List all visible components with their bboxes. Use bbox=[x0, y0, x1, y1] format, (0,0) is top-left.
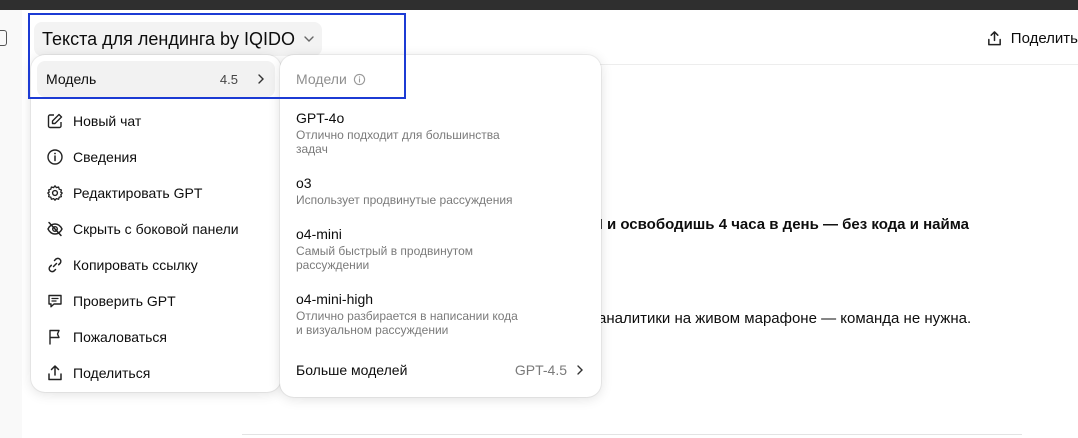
chat-check-icon bbox=[48, 294, 62, 308]
chevron-down-icon bbox=[304, 36, 314, 42]
info-icon[interactable] bbox=[353, 73, 366, 86]
gpt-options-menu: Модель 4.5 Новый чат Сведения Редактиров… bbox=[31, 55, 281, 392]
menu-item-label: Скрыть с боковой панели bbox=[73, 221, 239, 237]
link-icon bbox=[48, 257, 62, 273]
share-icon bbox=[48, 365, 62, 381]
model-desc: Использует продвинутые рассуждения bbox=[296, 193, 513, 207]
more-models-value: GPT-4.5 bbox=[514, 362, 567, 378]
menu-item-label: Пожаловаться bbox=[73, 329, 168, 345]
model-submenu: Модели GPT-4o Отлично подходит для больш… bbox=[280, 55, 601, 397]
menu-item-label: Модель bbox=[46, 71, 97, 87]
menu-item-label: Сведения bbox=[73, 149, 137, 165]
model-option-o3[interactable]: o3 Использует продвинутые рассуждения bbox=[280, 168, 601, 213]
model-name: o4-mini-high bbox=[296, 291, 374, 307]
model-name: o4-mini bbox=[296, 226, 342, 242]
more-models-item[interactable]: Больше моделей GPT-4.5 bbox=[280, 353, 601, 387]
content-divider bbox=[242, 434, 1022, 435]
model-desc: Отлично подходит для большинства задач bbox=[296, 128, 500, 156]
menu-item-copy-link[interactable]: Копировать ссылку bbox=[37, 247, 275, 283]
gpt-title-dropdown[interactable]: Текста для лендинга by IQIDO bbox=[34, 22, 322, 56]
menu-item-info[interactable]: Сведения bbox=[37, 139, 275, 175]
submenu-title: Модели bbox=[296, 71, 347, 87]
model-option-o4-mini[interactable]: o4-mini Самый быстрый в продвинутом расс… bbox=[280, 219, 601, 278]
menu-item-share[interactable]: Поделиться bbox=[37, 355, 275, 391]
model-desc: Самый быстрый в продвинутом рассуждении bbox=[296, 244, 473, 272]
menu-item-edit-gpt[interactable]: Редактировать GPT bbox=[37, 175, 275, 211]
sidebar-edge bbox=[0, 10, 22, 438]
chevron-right-icon bbox=[258, 74, 264, 84]
chevron-right-icon bbox=[577, 365, 583, 375]
share-button[interactable]: Поделить bbox=[986, 26, 1078, 50]
menu-item-hide-sidebar[interactable]: Скрыть с боковой панели bbox=[37, 211, 275, 247]
submenu-header: Модели bbox=[280, 63, 601, 95]
model-desc: Отлично разбирается в написании кода и в… bbox=[296, 309, 518, 337]
menu-item-report[interactable]: Пожаловаться bbox=[37, 319, 275, 355]
sidebar-toggle-icon[interactable] bbox=[0, 30, 7, 46]
content-line-1: И и освободишь 4 часа в день — без кода … bbox=[592, 216, 969, 233]
model-version: 4.5 bbox=[219, 71, 238, 87]
edit-icon bbox=[47, 113, 63, 129]
model-name: GPT-4o bbox=[296, 110, 345, 126]
menu-item-review-gpt[interactable]: Проверить GPT bbox=[37, 283, 275, 319]
share-icon bbox=[987, 30, 1001, 45]
window-top-bar bbox=[0, 0, 1078, 10]
menu-item-label: Редактировать GPT bbox=[73, 185, 203, 201]
menu-item-new-chat[interactable]: Новый чат bbox=[37, 103, 275, 139]
more-models-label: Больше моделей bbox=[296, 362, 408, 378]
model-option-gpt-4o[interactable]: GPT-4o Отлично подходит для большинства … bbox=[280, 103, 601, 162]
model-name: o3 bbox=[296, 175, 312, 191]
gear-icon bbox=[47, 185, 63, 201]
menu-item-label: Новый чат bbox=[73, 113, 142, 129]
header-divider bbox=[600, 64, 1078, 65]
menu-item-label: Поделиться bbox=[73, 365, 151, 381]
model-option-o4-mini-high[interactable]: o4-mini-high Отлично разбирается в напис… bbox=[280, 284, 601, 343]
flag-icon bbox=[49, 329, 60, 345]
gpt-title: Текста для лендинга by IQIDO bbox=[42, 28, 296, 49]
content-line-2: аналитики на живом марафоне — команда не… bbox=[598, 310, 972, 327]
menu-item-label: Проверить GPT bbox=[73, 293, 176, 309]
menu-item-model[interactable]: Модель 4.5 bbox=[37, 61, 275, 97]
menu-item-label: Копировать ссылку bbox=[73, 257, 198, 273]
eye-off-icon bbox=[47, 221, 63, 237]
share-label: Поделить bbox=[1010, 29, 1078, 47]
info-icon bbox=[47, 149, 63, 165]
